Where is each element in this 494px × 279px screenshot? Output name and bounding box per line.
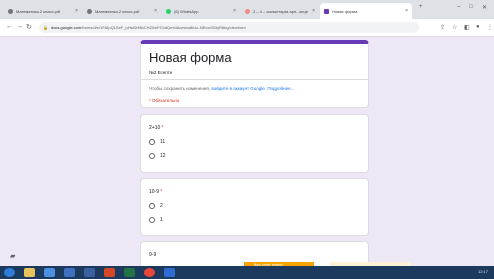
chat-icon[interactable]: ▰ — [10, 252, 15, 260]
option-label: 1 — [160, 217, 163, 223]
powerpoint-icon[interactable] — [104, 268, 115, 277]
option-label: 2 — [160, 203, 163, 209]
tab-label: Математика-2 класс.pdf — [16, 8, 61, 14]
required-mark: * — [160, 189, 163, 195]
word-icon[interactable] — [64, 268, 75, 277]
extension-icon[interactable]: ◧ — [464, 24, 470, 31]
start-icon[interactable] — [4, 268, 15, 277]
question-text: 10-9 — [149, 189, 160, 195]
question-title: 9-9 — [149, 252, 156, 258]
tab-label: Математика-2 класс.pdf — [95, 8, 140, 14]
required-note: * Обязательно — [149, 98, 180, 103]
tab-label: (6) WhatsApp — [174, 8, 199, 14]
radio-button[interactable] — [149, 139, 155, 145]
whatsapp-icon — [166, 8, 171, 14]
tab-whatsapp[interactable]: (6) WhatsApp × — [162, 3, 240, 19]
tab-label: Новая форма — [332, 8, 358, 14]
media-icon[interactable] — [84, 268, 95, 277]
back-icon[interactable]: ← — [6, 23, 13, 30]
question-card: 2+10 * 11 12 — [140, 114, 369, 173]
taskbar: 12:17 — [0, 266, 494, 279]
question-card: 10-9 * 2 1 — [140, 178, 369, 236]
address-bar: ← → ↻ 🔒 docs.google.com /forms/d/e/1FAIp… — [0, 19, 494, 37]
url-domain: docs.google.com — [50, 25, 82, 30]
radio-button[interactable] — [149, 153, 155, 159]
question-title: 10-9 * — [149, 189, 162, 195]
url-path: /forms/d/e/1FAIpQLSeF_pHwDH8bCHZ0wPChdQm… — [81, 25, 246, 30]
maximize-icon[interactable]: □ — [469, 4, 473, 10]
radio-button[interactable] — [149, 217, 155, 223]
question-text: 2+10 — [149, 125, 161, 131]
share-icon[interactable]: ⇪ — [440, 24, 445, 31]
radio-option[interactable]: 11 — [149, 139, 165, 145]
form-header-card: Новая форма №2 Есепте Чтобы сохранить из… — [140, 40, 369, 108]
pdf-icon — [87, 8, 92, 14]
question-text: 9-9 — [149, 252, 157, 258]
sign-in-notice: Чтобы сохранить изменения, войдите в акк… — [149, 86, 294, 91]
new-tab-button[interactable]: + — [419, 4, 423, 10]
required-mark: * — [161, 125, 164, 131]
close-icon[interactable]: × — [233, 8, 236, 14]
form-title: Новая форма — [149, 50, 232, 65]
clock[interactable]: 12:17 — [478, 269, 488, 274]
radio-option[interactable]: 1 — [149, 217, 163, 223]
close-window-icon[interactable]: ✕ — [482, 4, 487, 11]
close-icon[interactable]: × — [154, 8, 157, 14]
pdf-icon — [8, 8, 13, 14]
minimize-icon[interactable]: – — [457, 4, 460, 10]
divider — [141, 79, 368, 80]
profile-icon[interactable]: ● — [476, 24, 480, 30]
document-icon — [245, 8, 250, 14]
form-description: №2 Есепте — [149, 70, 173, 75]
tab-new-form[interactable]: Новая форма × — [320, 3, 412, 19]
question-title: 2+10 * — [149, 125, 164, 131]
forms-icon — [324, 8, 329, 14]
forward-icon[interactable]: → — [16, 23, 23, 30]
excel-icon[interactable] — [124, 268, 135, 277]
lock-icon: 🔒 — [43, 25, 48, 30]
tab-pdf-1[interactable]: Математика-2 класс.pdf × — [4, 3, 82, 19]
close-icon[interactable]: × — [405, 8, 408, 14]
tab-strip: Математика-2 класс.pdf × Математика-2 кл… — [0, 0, 494, 19]
menu-icon[interactable]: ⋮ — [487, 24, 493, 31]
radio-option[interactable]: 2 — [149, 203, 163, 209]
radio-option[interactable]: 12 — [149, 153, 166, 159]
sign-in-link[interactable]: войдите в аккаунт Google. — [211, 86, 266, 91]
tab-guide[interactable]: 2 – 4 – сыныптарға арн...кеңе × — [241, 3, 319, 19]
more-link[interactable]: Подробнее... — [267, 86, 294, 91]
option-label: 11 — [160, 139, 166, 145]
folder-icon[interactable] — [24, 268, 35, 277]
app-icon[interactable] — [164, 268, 175, 277]
chrome-icon[interactable] — [144, 268, 155, 277]
app-icon[interactable] — [44, 268, 55, 277]
reload-icon[interactable]: ↻ — [26, 23, 32, 31]
close-icon[interactable]: × — [312, 8, 315, 14]
radio-button[interactable] — [149, 203, 155, 209]
tab-pdf-2[interactable]: Математика-2 класс.pdf × — [83, 3, 161, 19]
star-icon[interactable]: ☆ — [452, 24, 457, 31]
option-label: 12 — [160, 153, 166, 159]
tab-label: 2 – 4 – сыныптарға арн...кеңе — [253, 8, 308, 14]
url-input[interactable]: 🔒 docs.google.com /forms/d/e/1FAIpQLSeF_… — [39, 22, 419, 33]
close-icon[interactable]: × — [75, 8, 78, 14]
notice-text: Чтобы сохранить изменения, — [149, 86, 211, 91]
